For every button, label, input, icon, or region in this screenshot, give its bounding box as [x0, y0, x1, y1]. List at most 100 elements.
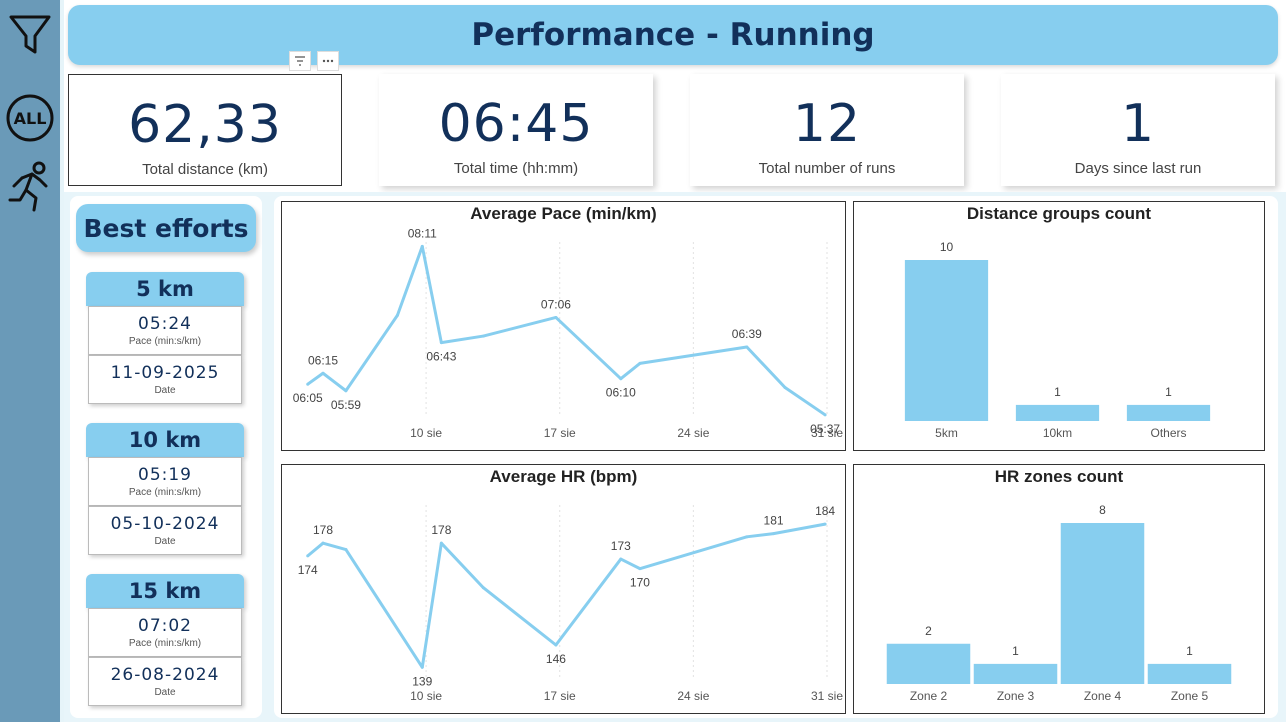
page-title: Performance - Running [471, 17, 875, 53]
pace-label: Pace (min:s/km) [128, 638, 202, 649]
kpi-value: 06:45 [438, 94, 594, 154]
data-label: 174 [298, 563, 318, 577]
kpi-card-total-distance[interactable]: 62,33 Total distance (km) [68, 74, 342, 186]
title-banner: Performance - Running [68, 5, 1278, 65]
x-tick-label: 10 sie [410, 689, 442, 703]
series-line [306, 522, 826, 669]
bar[interactable] [973, 663, 1058, 684]
data-point[interactable] [772, 532, 776, 536]
filter-lines-icon [295, 56, 305, 66]
data-point[interactable] [481, 334, 485, 338]
filter-icon[interactable] [4, 8, 56, 60]
pace-line-chart-svg: 10 sie 17 sie 24 sie 31 sie06:0506:1505:590… [293, 226, 844, 440]
data-label: 08:11 [408, 226, 437, 240]
kpi-card-total-runs[interactable]: 12 Total number of runs [690, 74, 964, 186]
best-efforts-header: Best efforts [76, 204, 256, 252]
best-effort-card-10km[interactable]: 10 km 05:19 Pace (min:s/km) 05-10-2024 D… [86, 423, 244, 555]
data-label: 06:39 [732, 327, 762, 341]
best-efforts-title: Best efforts [83, 213, 249, 243]
zones-bar-chart-svg: 2 Zone 2 1 Zone 3 8 Zone 4 1 Zone 5 [886, 503, 1232, 703]
kpi-value: 1 [1120, 94, 1156, 154]
best-effort-card-5km[interactable]: 5 km 05:24 Pace (min:s/km) 11-09-2025 Da… [86, 272, 244, 404]
data-point[interactable] [638, 361, 642, 365]
category-label: Zone 2 [910, 689, 948, 703]
bar-value-label: 2 [925, 624, 932, 638]
data-label: 181 [764, 514, 784, 528]
bar[interactable] [1126, 404, 1211, 421]
kpi-card-total-time[interactable]: 06:45 Total time (hh:mm) [379, 74, 653, 186]
data-point[interactable] [321, 541, 325, 545]
bar-value-label: 1 [1165, 385, 1172, 399]
card-title: 15 km [86, 574, 244, 608]
data-point[interactable] [306, 382, 310, 386]
bar[interactable] [886, 643, 971, 684]
data-point[interactable] [420, 244, 424, 248]
data-point[interactable] [439, 341, 443, 345]
category-label: Zone 3 [997, 689, 1035, 703]
data-point[interactable] [783, 385, 787, 389]
data-label: 06:10 [606, 386, 636, 400]
chart-hr-zones[interactable]: 2 Zone 2 1 Zone 3 8 Zone 4 1 Zone 5 HR zones co… [853, 464, 1265, 714]
chart-average-pace[interactable]: 10 sie 17 sie 24 sie 31 sie 06:05 06:15 05:59 0… [281, 201, 846, 451]
chart-distance-groups[interactable]: 10 5km 1 10km 1 Others Distance groups count [853, 201, 1265, 451]
best-effort-card-15km[interactable]: 15 km 07:02 Pace (min:s/km) 26-08-2024 D… [86, 574, 244, 706]
data-point[interactable] [439, 541, 443, 545]
bar[interactable] [1147, 663, 1232, 684]
data-point[interactable] [306, 554, 310, 558]
date-value: 05-10-2024 [110, 514, 220, 534]
data-point[interactable] [823, 413, 827, 417]
data-label: 05:37 [810, 422, 840, 436]
card-title: 10 km [86, 423, 244, 457]
data-point[interactable] [344, 548, 348, 552]
category-label: Others [1150, 426, 1186, 440]
data-point[interactable] [619, 557, 623, 561]
data-label: 06:43 [426, 350, 456, 364]
pace-value: 05:19 [138, 465, 192, 485]
all-icon-label: ALL [14, 109, 47, 128]
data-label: 05:59 [331, 398, 361, 412]
kpi-card-days-since[interactable]: 1 Days since last run [1001, 74, 1275, 186]
data-label: 06:15 [308, 353, 338, 367]
data-label: 170 [630, 576, 650, 590]
data-point[interactable] [823, 522, 827, 526]
kpi-label: Total distance (km) [142, 161, 268, 178]
data-point[interactable] [481, 586, 485, 590]
data-point[interactable] [619, 377, 623, 381]
bar[interactable] [1060, 523, 1145, 684]
all-icon[interactable]: ALL [4, 92, 56, 144]
bar-value-label: 1 [1054, 385, 1061, 399]
data-point[interactable] [745, 535, 749, 539]
data-point[interactable] [395, 313, 399, 317]
more-options-button[interactable] [317, 51, 339, 71]
date-cell: 05-10-2024 Date [88, 506, 242, 555]
bar[interactable] [1015, 404, 1100, 421]
hr-line-chart-svg: 10 sie 17 sie 24 sie 31 sie 174 178 139 178 146 1… [298, 504, 844, 703]
date-label: Date [154, 385, 176, 396]
x-tick-label: 17 sie [544, 426, 576, 440]
data-point[interactable] [321, 371, 325, 375]
more-icon [322, 59, 334, 63]
chart-average-hr[interactable]: 10 sie 17 sie 24 sie 31 sie 174 178 139 178 146 1… [281, 464, 846, 714]
data-point[interactable] [420, 665, 424, 669]
data-point[interactable] [638, 567, 642, 571]
data-point[interactable] [554, 315, 558, 319]
x-tick-label: 10 sie [410, 426, 442, 440]
data-point[interactable] [554, 643, 558, 647]
bar-value-label: 8 [1099, 503, 1106, 517]
kpi-value: 12 [792, 94, 862, 154]
bar[interactable] [904, 260, 989, 421]
data-label: 178 [431, 523, 451, 537]
filter-visual-button[interactable] [289, 51, 311, 71]
pace-cell: 07:02 Pace (min:s/km) [88, 608, 242, 657]
data-point[interactable] [745, 345, 749, 349]
sidebar: ALL [0, 0, 60, 722]
running-person-icon[interactable] [4, 160, 56, 212]
category-label: Zone 5 [1171, 689, 1209, 703]
category-label: Zone 4 [1084, 689, 1122, 703]
date-label: Date [154, 687, 176, 698]
x-tick-label: 31 sie [811, 689, 843, 703]
x-tick-label: 24 sie [677, 426, 709, 440]
data-point[interactable] [344, 389, 348, 393]
distance-bar-chart-svg: 10 5km 1 10km 1 Others [904, 240, 1211, 440]
chart-title: Average HR (bpm) [489, 467, 638, 486]
